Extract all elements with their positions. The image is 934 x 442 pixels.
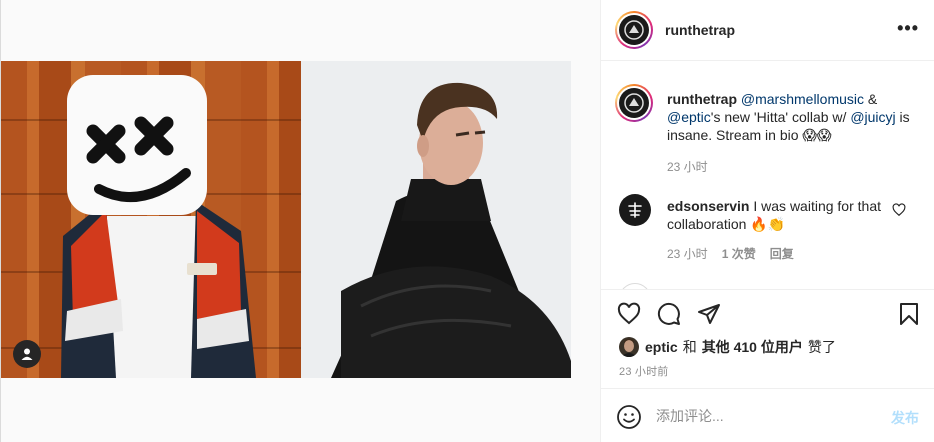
share-icon bbox=[698, 304, 720, 324]
signature-logo-icon bbox=[628, 202, 642, 218]
runthetrap-logo-icon bbox=[624, 20, 644, 40]
small-heart-icon[interactable] bbox=[892, 203, 906, 217]
action-bar bbox=[601, 296, 934, 332]
more-options-icon[interactable]: ••• bbox=[897, 18, 919, 39]
liker-username[interactable]: eptic bbox=[645, 339, 678, 355]
user-tag-button[interactable] bbox=[13, 340, 41, 368]
caption-time[interactable]: 23 小时 bbox=[667, 158, 708, 175]
likes-suffix: 赞了 bbox=[807, 339, 836, 355]
save-button[interactable] bbox=[895, 300, 923, 328]
comment-button[interactable] bbox=[655, 300, 683, 328]
photo-eptic bbox=[301, 61, 571, 378]
comment-body: edsonservin I was waiting for that colla… bbox=[667, 197, 887, 233]
comments-section: runthetrap @marshmellomusic & @eptic's n… bbox=[601, 61, 934, 290]
caption-text-1: & bbox=[864, 91, 878, 107]
caption-author[interactable]: runthetrap bbox=[667, 91, 737, 107]
mention-juicyj[interactable]: @juicyj bbox=[850, 109, 895, 125]
heart-icon bbox=[617, 302, 641, 325]
likes-connector: 和 bbox=[682, 339, 697, 355]
eptic-figure bbox=[331, 82, 571, 378]
add-comment-input[interactable] bbox=[656, 406, 876, 426]
caption-avatar[interactable] bbox=[615, 84, 653, 122]
post-comment-button[interactable]: 发布 bbox=[891, 408, 919, 428]
post-timestamp[interactable]: 23 小时前 bbox=[619, 363, 669, 379]
runthetrap-logo-icon bbox=[624, 93, 644, 113]
user-tag-icon bbox=[21, 348, 33, 360]
comment-time[interactable]: 23 小时 bbox=[667, 247, 708, 261]
post-details-panel: runthetrap ••• runthetrap @marshmellomus… bbox=[600, 0, 934, 442]
caption: runthetrap @marshmellomusic & @eptic's n… bbox=[667, 90, 921, 144]
likes-others[interactable]: 其他 410 位用户 bbox=[702, 337, 803, 357]
share-button[interactable] bbox=[695, 300, 723, 328]
mention-marshmellomusic[interactable]: @marshmellomusic bbox=[741, 91, 864, 107]
post-media[interactable] bbox=[1, 0, 600, 442]
bookmark-icon bbox=[900, 303, 918, 325]
next-commenter-avatar[interactable] bbox=[619, 283, 651, 289]
author-avatar[interactable] bbox=[615, 11, 653, 49]
comment-meta: 23 小时 1 次赞 回复 bbox=[667, 245, 794, 262]
post-header: runthetrap ••• bbox=[601, 0, 934, 61]
comment-author[interactable]: edsonservin bbox=[667, 198, 749, 214]
comment-reply-button[interactable]: 回复 bbox=[770, 247, 794, 261]
add-comment-bar: 发布 bbox=[601, 388, 934, 442]
comment-likes[interactable]: 1 次赞 bbox=[722, 247, 756, 261]
photo-marshmello bbox=[1, 61, 301, 378]
comment-icon bbox=[657, 302, 680, 325]
mention-eptic[interactable]: @eptic bbox=[667, 109, 711, 125]
post-dialog: runthetrap ••• runthetrap @marshmellomus… bbox=[0, 0, 934, 442]
emoji-icon[interactable] bbox=[616, 404, 642, 430]
liker-avatar[interactable] bbox=[619, 337, 639, 357]
likes-summary: eptic 和 其他 410 位用户 赞了 bbox=[619, 336, 919, 358]
like-button[interactable] bbox=[615, 300, 643, 328]
caption-text-2: 's new 'Hitta' collab w/ bbox=[710, 109, 851, 125]
header-username[interactable]: runthetrap bbox=[665, 22, 735, 38]
marshmello-figure bbox=[61, 75, 256, 378]
commenter-avatar[interactable] bbox=[619, 194, 651, 226]
